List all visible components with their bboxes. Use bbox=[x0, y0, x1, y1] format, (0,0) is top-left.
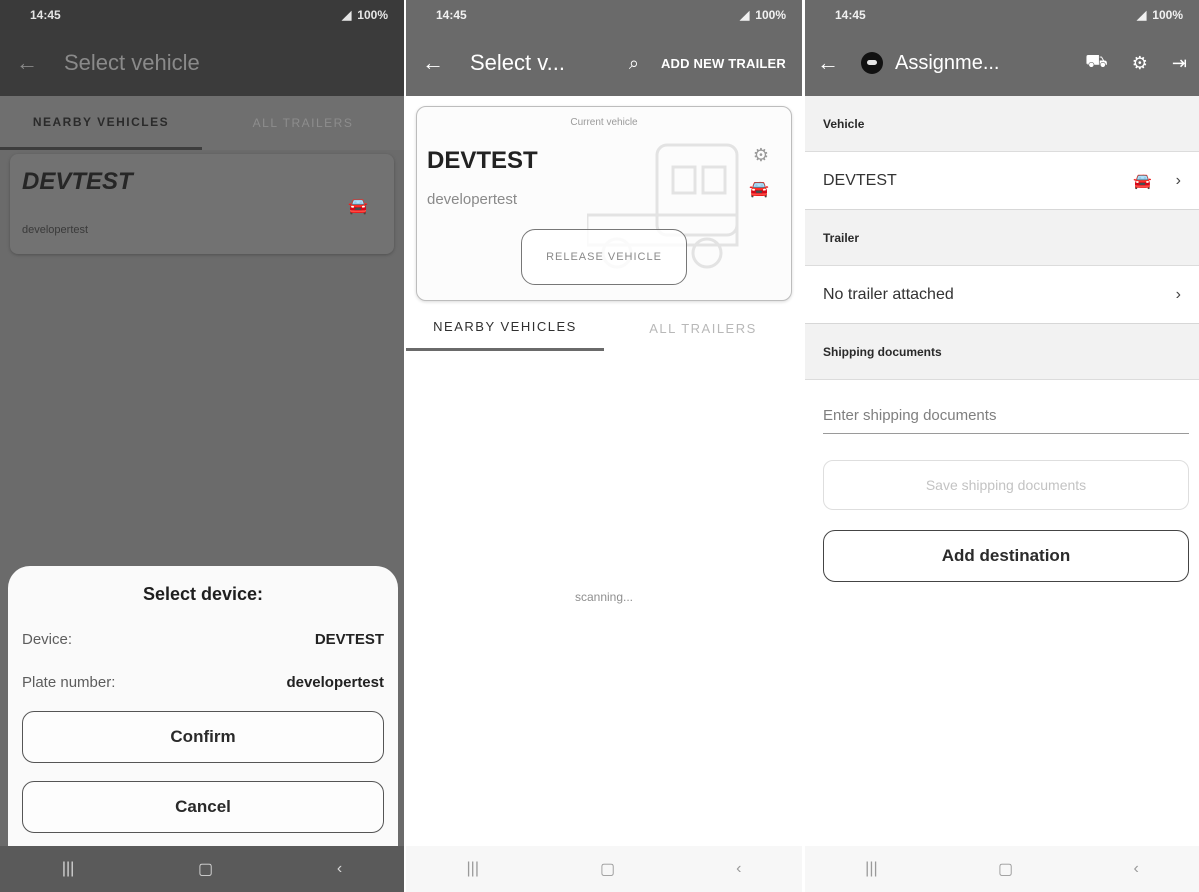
vehicle-value: DEVTEST bbox=[823, 171, 897, 189]
screen-assignment: 14:45 ◢ 100% ← Assignme... ⛟ ⚙ ⇥ Vehicle… bbox=[805, 0, 1199, 892]
back-arrow-icon[interactable]: ← bbox=[422, 50, 444, 76]
status-bar: 14:45 ◢ 100% bbox=[805, 0, 1199, 30]
nav-back-icon[interactable]: ‹ bbox=[337, 860, 342, 878]
chevron-right-icon: › bbox=[1175, 285, 1181, 303]
status-time: 14:45 bbox=[835, 8, 866, 22]
confirm-button[interactable]: Confirm bbox=[22, 711, 384, 763]
add-destination-button[interactable]: Add destination bbox=[823, 530, 1189, 582]
status-bar: 14:45 ◢ 100% bbox=[406, 0, 802, 30]
current-vehicle-card: Current vehicle DEVTEST developertest ⚙ … bbox=[416, 106, 792, 301]
plate-row: Plate number: developertest bbox=[22, 674, 384, 691]
trailer-value: No trailer attached bbox=[823, 285, 954, 303]
signal-icon: ◢ bbox=[342, 8, 352, 22]
tab-all-trailers[interactable]: ALL TRAILERS bbox=[202, 96, 404, 150]
select-device-sheet: Select device: Device: DEVTEST Plate num… bbox=[8, 566, 398, 846]
vehicle-name: DEVTEST bbox=[22, 168, 133, 195]
gear-icon[interactable]: ⚙ bbox=[1132, 53, 1148, 74]
recent-apps-icon[interactable]: ||| bbox=[865, 860, 877, 878]
battery-text: 100% bbox=[1152, 8, 1183, 22]
car-icon: 🚘 bbox=[749, 181, 769, 198]
release-vehicle-button[interactable]: RELEASE VEHICLE bbox=[521, 229, 687, 285]
trailer-row[interactable]: No trailer attached › bbox=[805, 266, 1199, 324]
car-icon: 🚘 bbox=[348, 198, 368, 215]
save-shipping-documents-button[interactable]: Save shipping documents bbox=[823, 460, 1189, 510]
current-vehicle-name: DEVTEST bbox=[427, 147, 538, 174]
device-value: DEVTEST bbox=[314, 631, 384, 648]
plate-label: Plate number: bbox=[22, 674, 116, 691]
screen-select-vehicle: 14:45 ◢ 100% ← Select v... ⌕ ADD NEW TRA… bbox=[406, 0, 802, 892]
tab-bar: NEARBY VEHICLES ALL TRAILERS bbox=[0, 96, 404, 150]
vehicle-section-header: Vehicle bbox=[805, 96, 1199, 152]
scanning-status: scanning... bbox=[574, 590, 634, 604]
logout-icon[interactable]: ⇥ bbox=[1172, 53, 1187, 74]
app-bar: ← Select v... ⌕ ADD NEW TRAILER bbox=[406, 30, 802, 96]
app-bar: ← Select vehicle bbox=[0, 30, 404, 96]
gear-icon[interactable]: ⚙ bbox=[753, 145, 769, 166]
chevron-right-icon: › bbox=[1175, 171, 1181, 189]
current-vehicle-plate: developertest bbox=[427, 191, 518, 208]
car-icon: 🚘 bbox=[1132, 172, 1152, 190]
nav-back-icon[interactable]: ‹ bbox=[1133, 860, 1138, 878]
vehicle-row[interactable]: DEVTEST 🚘 › bbox=[805, 152, 1199, 210]
sheet-title: Select device: bbox=[142, 584, 264, 604]
current-vehicle-caption: Current vehicle bbox=[570, 117, 638, 128]
tab-nearby-vehicles[interactable]: NEARBY VEHICLES bbox=[0, 96, 202, 150]
tab-nearby-vehicles[interactable]: NEARBY VEHICLES bbox=[406, 305, 604, 351]
back-arrow-icon[interactable]: ← bbox=[817, 50, 839, 76]
page-title: Select vehicle bbox=[64, 50, 200, 75]
system-nav-bar: ||| ▢ ‹ bbox=[406, 846, 802, 892]
cancel-button[interactable]: Cancel bbox=[22, 781, 384, 833]
add-new-trailer-button[interactable]: ADD NEW TRAILER bbox=[661, 56, 786, 71]
trailer-section-header: Trailer bbox=[805, 210, 1199, 266]
screen-select-device-dialog: 14:45 ◢ 100% ← Select vehicle NEARBY VEH… bbox=[0, 0, 404, 892]
home-icon[interactable]: ▢ bbox=[600, 859, 615, 879]
system-nav-bar: ||| ▢ ‹ bbox=[0, 846, 404, 892]
device-label: Device: bbox=[22, 631, 73, 648]
search-icon[interactable]: ⌕ bbox=[629, 53, 639, 74]
tab-all-trailers[interactable]: ALL TRAILERS bbox=[604, 305, 802, 351]
battery-text: 100% bbox=[755, 8, 786, 22]
battery-text: 100% bbox=[357, 8, 388, 22]
vehicle-plate: developertest bbox=[22, 224, 89, 236]
back-arrow-icon[interactable]: ← bbox=[16, 50, 38, 76]
signal-icon: ◢ bbox=[1137, 8, 1147, 22]
status-time: 14:45 bbox=[436, 8, 467, 22]
recent-apps-icon[interactable]: ||| bbox=[467, 860, 479, 878]
signal-icon: ◢ bbox=[740, 8, 750, 22]
shipping-section-header: Shipping documents bbox=[805, 324, 1199, 380]
shipping-documents-input[interactable]: Enter shipping documents bbox=[823, 398, 1189, 434]
status-time: 14:45 bbox=[30, 8, 61, 22]
trucks-icon[interactable]: ⛟ bbox=[1085, 51, 1108, 75]
device-row: Device: DEVTEST bbox=[22, 631, 384, 648]
plate-value: developertest bbox=[286, 674, 384, 691]
status-bar: 14:45 ◢ 100% bbox=[0, 0, 404, 30]
vehicle-card[interactable]: DEVTEST developertest 🚘 bbox=[10, 154, 394, 254]
home-icon[interactable]: ▢ bbox=[998, 859, 1013, 879]
system-nav-bar: ||| ▢ ‹ bbox=[805, 846, 1199, 892]
page-title: Select v... bbox=[470, 50, 565, 75]
home-icon[interactable]: ▢ bbox=[198, 859, 213, 879]
nav-back-icon[interactable]: ‹ bbox=[736, 860, 741, 878]
app-logo-icon bbox=[861, 52, 883, 74]
app-bar: ← Assignme... ⛟ ⚙ ⇥ bbox=[805, 30, 1199, 96]
recent-apps-icon[interactable]: ||| bbox=[62, 860, 74, 878]
tab-bar: NEARBY VEHICLES ALL TRAILERS bbox=[406, 305, 802, 351]
page-title: Assignme... bbox=[895, 51, 1000, 74]
